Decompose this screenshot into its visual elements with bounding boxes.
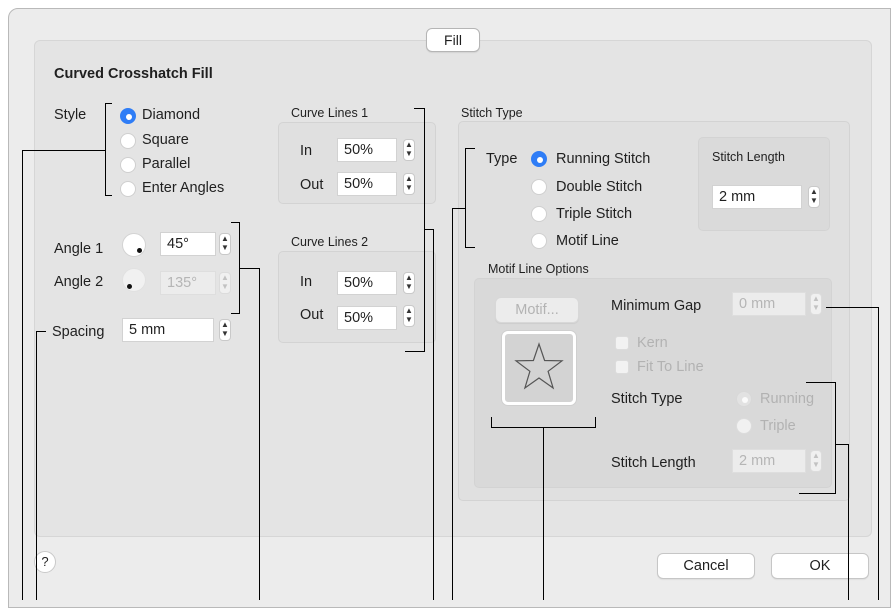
spacing-stepper[interactable]: ▲ ▼ (219, 319, 231, 341)
stepper-down-icon: ▼ (405, 149, 413, 158)
style-label: Style (54, 107, 87, 123)
angle2-field[interactable]: 135° (160, 271, 216, 295)
radio-enter-angles[interactable] (120, 181, 136, 197)
angle2-label: Angle 2 (54, 274, 104, 290)
curve-lines-1-title: Curve Lines 1 (291, 106, 369, 120)
angle2-stepper[interactable]: ▲ ▼ (219, 272, 231, 294)
kern-label: Kern (637, 335, 668, 351)
angle1-stepper[interactable]: ▲ ▼ (219, 233, 231, 255)
stepper-up-icon: ▲ (405, 306, 413, 315)
min-gap-field[interactable]: 0 mm (732, 292, 806, 316)
stepper-up-icon: ▲ (221, 320, 229, 329)
fit-to-line-label: Fit To Line (637, 359, 704, 375)
motif-stitch-length-label: Stitch Length (611, 455, 696, 471)
radio-running-stitch-label: Running Stitch (556, 151, 651, 167)
stepper-up-icon: ▲ (221, 234, 229, 243)
radio-motif-triple[interactable] (736, 418, 752, 434)
min-gap-stepper[interactable]: ▲ ▼ (810, 293, 822, 315)
fit-to-line-checkbox[interactable] (615, 360, 629, 374)
stepper-down-icon: ▼ (405, 183, 413, 192)
stepper-up-icon: ▲ (812, 294, 820, 303)
radio-motif-triple-label: Triple (760, 418, 796, 434)
curve-lines-2-title: Curve Lines 2 (291, 235, 369, 249)
stepper-up-icon: ▲ (221, 273, 229, 282)
angle1-dial[interactable] (122, 233, 146, 257)
angle1-label: Angle 1 (54, 241, 104, 257)
curve-lines-2-in-stepper[interactable]: ▲ ▼ (403, 272, 415, 294)
curve-lines-1-out-stepper[interactable]: ▲ ▼ (403, 173, 415, 195)
angle2-dial[interactable] (122, 268, 146, 292)
stepper-down-icon: ▼ (812, 460, 820, 469)
motif-stitch-length-stepper[interactable]: ▲ ▼ (810, 450, 822, 472)
kern-checkbox[interactable] (615, 336, 629, 350)
curve-lines-1-out-field[interactable]: 50% (337, 172, 397, 196)
curve-lines-1-out-label: Out (300, 177, 324, 193)
stepper-up-icon: ▲ (405, 174, 413, 183)
stepper-down-icon: ▼ (221, 243, 229, 252)
radio-motif-line[interactable] (531, 233, 547, 249)
motif-button[interactable]: Motif... (495, 297, 579, 323)
cancel-button[interactable]: Cancel (657, 553, 755, 579)
angle1-field[interactable]: 45° (160, 232, 216, 256)
curve-lines-1-in-stepper[interactable]: ▲ ▼ (403, 139, 415, 161)
radio-parallel-label: Parallel (142, 156, 191, 172)
min-gap-label: Minimum Gap (611, 298, 702, 314)
stepper-down-icon: ▼ (810, 196, 818, 205)
radio-motif-running-label: Running (760, 391, 815, 407)
radio-motif-running[interactable] (736, 391, 752, 407)
tab-fill[interactable]: Fill (426, 28, 480, 52)
stepper-down-icon: ▼ (812, 303, 820, 312)
stepper-up-icon: ▲ (812, 451, 820, 460)
stepper-up-icon: ▲ (405, 273, 413, 282)
stepper-down-icon: ▼ (405, 282, 413, 291)
stitch-type-label: Type (486, 151, 518, 167)
star-icon (514, 342, 564, 390)
radio-running-stitch[interactable] (531, 151, 547, 167)
curve-lines-1-in-label: In (300, 143, 313, 159)
page-title: Curved Crosshatch Fill (54, 66, 213, 82)
radio-parallel[interactable] (120, 157, 136, 173)
motif-options-title: Motif Line Options (488, 262, 589, 276)
stepper-down-icon: ▼ (221, 329, 229, 338)
dial-knob-icon (137, 248, 142, 253)
spacing-field[interactable]: 5 mm (122, 318, 214, 342)
spacing-label: Spacing (52, 324, 105, 340)
radio-double-stitch-label: Double Stitch (556, 179, 643, 195)
radio-square[interactable] (120, 133, 136, 149)
curve-lines-2-in-label: In (300, 274, 313, 290)
stepper-up-icon: ▲ (810, 187, 818, 196)
radio-triple-stitch-label: Triple Stitch (556, 206, 633, 222)
motif-stitch-type-label: Stitch Type (611, 391, 683, 407)
stitch-length-stepper[interactable]: ▲ ▼ (808, 186, 820, 208)
stepper-up-icon: ▲ (405, 140, 413, 149)
radio-diamond-label: Diamond (142, 107, 201, 123)
curve-lines-1-in-field[interactable]: 50% (337, 138, 397, 162)
curve-lines-2-out-stepper[interactable]: ▲ ▼ (403, 305, 415, 327)
radio-triple-stitch[interactable] (531, 206, 547, 222)
curve-lines-2-out-field[interactable]: 50% (337, 306, 397, 330)
stepper-down-icon: ▼ (405, 315, 413, 324)
stitch-length-title: Stitch Length (712, 150, 785, 164)
stitch-length-field[interactable]: 2 mm (712, 185, 802, 209)
motif-preview (502, 331, 576, 405)
ok-button[interactable]: OK (771, 553, 869, 579)
curve-lines-2-in-field[interactable]: 50% (337, 271, 397, 295)
radio-diamond[interactable] (120, 108, 136, 124)
stepper-down-icon: ▼ (221, 282, 229, 291)
help-button[interactable]: ? (34, 551, 56, 573)
radio-double-stitch[interactable] (531, 179, 547, 195)
radio-square-label: Square (142, 132, 189, 148)
curve-lines-2-out-label: Out (300, 307, 324, 323)
stitch-type-title: Stitch Type (461, 106, 523, 120)
radio-motif-line-label: Motif Line (556, 233, 619, 249)
motif-stitch-length-field[interactable]: 2 mm (732, 449, 806, 473)
dial-knob-icon (127, 284, 132, 289)
radio-enter-angles-label: Enter Angles (142, 180, 225, 196)
